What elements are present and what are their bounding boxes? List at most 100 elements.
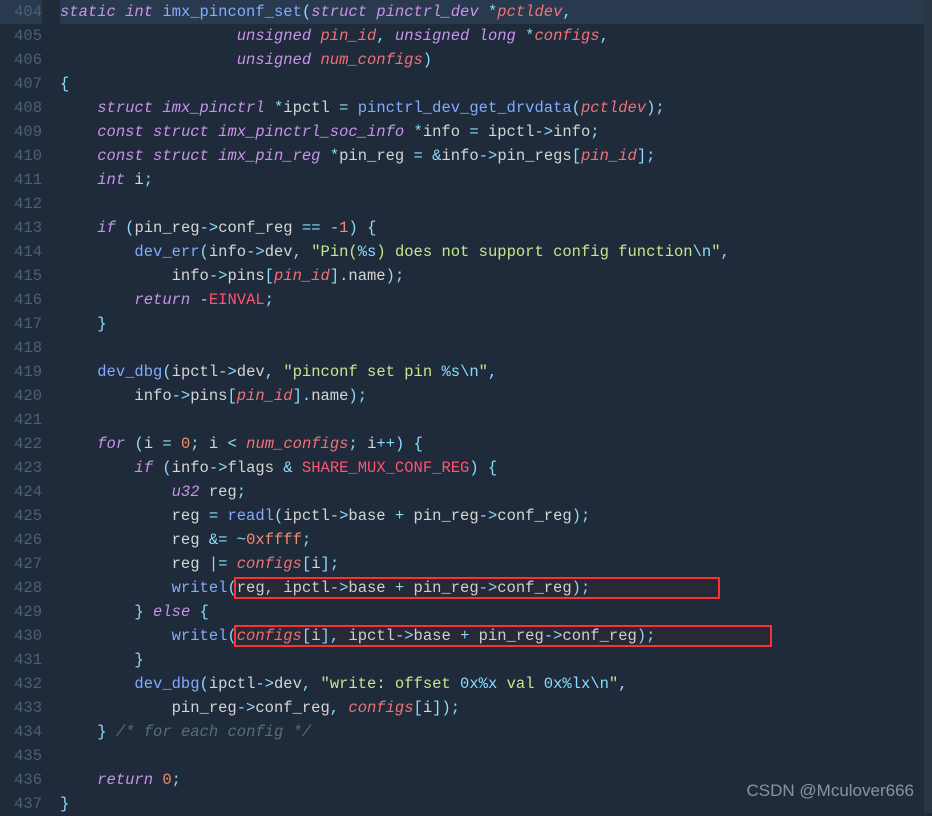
token-op: ; xyxy=(646,627,655,645)
code-line[interactable]: reg = readl(ipctl->base + pin_reg->conf_… xyxy=(60,504,926,528)
token-pn xyxy=(60,603,134,621)
token-pn xyxy=(348,99,357,117)
token-pn xyxy=(209,123,218,141)
code-line[interactable]: static int imx_pinconf_set(struct pinctr… xyxy=(60,0,926,24)
token-op: , xyxy=(302,675,311,693)
token-pn: pin_reg xyxy=(134,219,199,237)
code-line[interactable]: reg &= ~0xffff; xyxy=(60,528,926,552)
token-op: ) xyxy=(386,267,395,285)
line-number: 419 xyxy=(0,360,42,384)
token-op: ( xyxy=(227,579,236,597)
token-kw: else xyxy=(153,603,190,621)
token-pn xyxy=(60,219,97,237)
line-number-gutter: 4044054064074084094104114124134144154164… xyxy=(0,0,60,816)
code-line[interactable]: writel(configs[i], ipctl->base + pin_reg… xyxy=(60,624,926,648)
code-line[interactable]: int i; xyxy=(60,168,926,192)
code-line[interactable]: return -EINVAL; xyxy=(60,288,926,312)
line-number: 413 xyxy=(0,216,42,240)
token-pn: name xyxy=(348,267,385,285)
token-pn xyxy=(190,603,199,621)
token-op: [ xyxy=(227,387,236,405)
token-op: . xyxy=(302,387,311,405)
token-pn xyxy=(60,99,97,117)
token-pn xyxy=(293,459,302,477)
token-op: -> xyxy=(479,579,498,597)
token-op: ( xyxy=(274,507,283,525)
token-pn: reg xyxy=(60,531,209,549)
token-op: -> xyxy=(330,579,349,597)
token-pn xyxy=(172,435,181,453)
token-op: ( xyxy=(162,459,171,477)
code-line[interactable]: } else { xyxy=(60,600,926,624)
code-line[interactable]: dev_dbg(ipctl->dev, "write: offset 0x%x … xyxy=(60,672,926,696)
code-line[interactable] xyxy=(60,192,926,216)
code-line[interactable]: } /* for each config */ xyxy=(60,720,926,744)
token-arg: num_configs xyxy=(246,435,348,453)
token-op: ) xyxy=(395,435,404,453)
vertical-scrollbar[interactable] xyxy=(924,0,932,813)
token-op: , xyxy=(330,627,339,645)
code-line[interactable]: pin_reg->conf_reg, configs[i]); xyxy=(60,696,926,720)
code-line[interactable]: if (pin_reg->conf_reg == -1) { xyxy=(60,216,926,240)
token-op: [ xyxy=(414,699,423,717)
token-pn: conf_reg xyxy=(497,507,571,525)
token-op: ( xyxy=(162,363,171,381)
token-op: ) xyxy=(469,459,478,477)
code-area[interactable]: static int imx_pinconf_set(struct pinctr… xyxy=(60,0,932,816)
token-pn xyxy=(116,3,125,21)
code-line[interactable]: info->pins[pin_id].name); xyxy=(60,384,926,408)
token-str: " xyxy=(479,363,488,381)
code-line[interactable]: struct imx_pinctrl *ipctl = pinctrl_dev_… xyxy=(60,96,926,120)
token-op: ) xyxy=(348,219,357,237)
code-line[interactable]: u32 reg; xyxy=(60,480,926,504)
code-line[interactable]: return 0; xyxy=(60,768,926,792)
line-number: 412 xyxy=(0,192,42,216)
token-op: , xyxy=(376,27,385,45)
code-line[interactable] xyxy=(60,336,926,360)
token-op: = xyxy=(162,435,171,453)
token-pn xyxy=(144,147,153,165)
line-number: 404 xyxy=(0,0,42,24)
code-line[interactable]: } xyxy=(60,792,926,816)
code-line[interactable] xyxy=(60,744,926,768)
code-line[interactable] xyxy=(60,408,926,432)
token-pn xyxy=(404,435,413,453)
code-line[interactable]: const struct imx_pinctrl_soc_info *info … xyxy=(60,120,926,144)
code-line[interactable]: info->pins[pin_id].name); xyxy=(60,264,926,288)
code-line[interactable]: unsigned pin_id, unsigned long *configs, xyxy=(60,24,926,48)
token-fn: dev_dbg xyxy=(97,363,162,381)
token-ret: int xyxy=(125,3,153,21)
token-pn xyxy=(60,579,172,597)
token-pn xyxy=(60,147,97,165)
token-op: ; xyxy=(302,531,311,549)
token-ty: imx_pin_reg xyxy=(218,147,320,165)
token-op: [ xyxy=(572,147,581,165)
code-line[interactable]: } xyxy=(60,312,926,336)
token-op: - xyxy=(330,219,339,237)
code-line[interactable]: dev_dbg(ipctl->dev, "pinconf set pin %s\… xyxy=(60,360,926,384)
token-pn: info xyxy=(60,267,209,285)
code-line[interactable]: const struct imx_pin_reg *pin_reg = &inf… xyxy=(60,144,926,168)
line-number: 420 xyxy=(0,384,42,408)
code-line[interactable]: dev_err(info->dev, "Pin(%s) does not sup… xyxy=(60,240,926,264)
code-line[interactable]: if (info->flags & SHARE_MUX_CONF_REG) { xyxy=(60,456,926,480)
code-line[interactable]: for (i = 0; i < num_configs; i++) { xyxy=(60,432,926,456)
token-pn xyxy=(321,147,330,165)
code-line[interactable]: writel(reg, ipctl->base + pin_reg->conf_… xyxy=(60,576,926,600)
token-pn: base xyxy=(348,579,395,597)
token-op: ] xyxy=(293,387,302,405)
line-number: 434 xyxy=(0,720,42,744)
code-line[interactable]: { xyxy=(60,72,926,96)
token-op: ) xyxy=(572,507,581,525)
code-line[interactable]: reg |= configs[i]; xyxy=(60,552,926,576)
token-op: } xyxy=(134,603,143,621)
token-pn: reg xyxy=(237,579,265,597)
token-pn: i xyxy=(125,171,144,189)
code-line[interactable]: } xyxy=(60,648,926,672)
line-number: 437 xyxy=(0,792,42,816)
token-pn xyxy=(274,363,283,381)
token-op: , xyxy=(562,3,571,21)
token-pn: ipctl xyxy=(274,579,330,597)
code-line[interactable]: unsigned num_configs) xyxy=(60,48,926,72)
token-op: ; xyxy=(451,699,460,717)
